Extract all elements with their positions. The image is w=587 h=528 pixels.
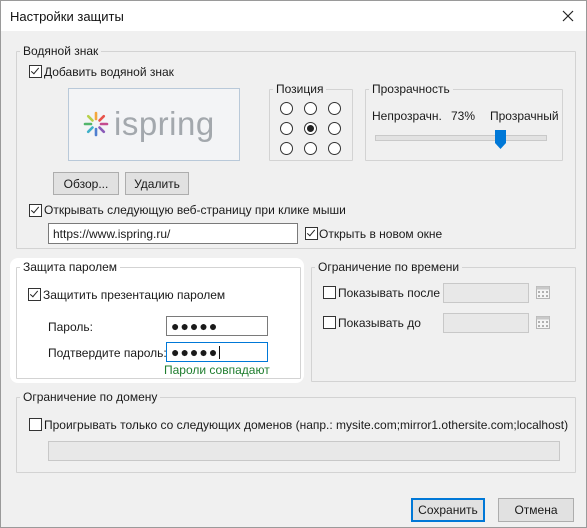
delete-button-label: Удалить bbox=[134, 176, 180, 191]
show-after-checkbox[interactable] bbox=[323, 286, 336, 299]
domains-input[interactable] bbox=[48, 441, 560, 461]
text-cursor bbox=[219, 345, 221, 359]
cancel-button-label: Отмена bbox=[514, 503, 558, 517]
position-center-radio[interactable] bbox=[304, 122, 317, 135]
open-url-checkbox[interactable] bbox=[29, 204, 42, 217]
transparent-label: Прозрачный bbox=[490, 109, 559, 123]
transparency-group bbox=[365, 89, 563, 161]
show-until-label: Показывать до bbox=[338, 316, 421, 330]
cancel-button[interactable]: Отмена bbox=[498, 498, 574, 522]
delete-button[interactable]: Удалить bbox=[125, 172, 189, 195]
calendar-icon[interactable] bbox=[536, 315, 550, 329]
play-only-domains-checkbox[interactable] bbox=[29, 418, 42, 431]
new-window-label: Открыть в новом окне bbox=[319, 227, 443, 241]
password-legend: Защита паролем bbox=[20, 260, 121, 274]
browse-button[interactable]: Обзор... bbox=[53, 172, 119, 195]
position-middle-right-radio[interactable] bbox=[328, 122, 341, 135]
new-window-checkbox[interactable] bbox=[305, 227, 318, 240]
position-top-right-radio[interactable] bbox=[328, 102, 341, 115]
position-bottom-left-radio[interactable] bbox=[280, 142, 293, 155]
save-button[interactable]: Сохранить bbox=[411, 498, 485, 522]
time-restriction-legend: Ограничение по времени bbox=[315, 260, 463, 274]
close-icon[interactable] bbox=[559, 7, 577, 25]
add-watermark-checkbox[interactable] bbox=[29, 65, 42, 78]
watermark-preview: ispring bbox=[68, 88, 240, 161]
transparency-slider-thumb[interactable] bbox=[495, 130, 507, 149]
ispring-flower-icon bbox=[83, 111, 109, 137]
position-top-left-radio[interactable] bbox=[280, 102, 293, 115]
password-match-status: Пароли совпадают bbox=[164, 363, 270, 377]
save-button-label: Сохранить bbox=[418, 503, 478, 517]
watermark-legend: Водяной знак bbox=[20, 44, 102, 58]
password-label: Пароль: bbox=[48, 320, 93, 334]
domain-restriction-legend: Ограничение по домену bbox=[20, 390, 161, 404]
transparency-value: 73% bbox=[451, 109, 476, 123]
transparency-slider-track[interactable] bbox=[375, 135, 547, 141]
protection-settings-dialog: Настройки защиты Водяной знак Добавить в… bbox=[0, 0, 587, 528]
position-top-center-radio[interactable] bbox=[304, 102, 317, 115]
domain-restriction-group bbox=[16, 397, 576, 473]
dialog-title: Настройки защиты bbox=[10, 9, 124, 24]
protect-password-checkbox[interactable] bbox=[28, 288, 41, 301]
password-input[interactable]: ●●●●● bbox=[166, 316, 268, 336]
position-bottom-center-radio[interactable] bbox=[304, 142, 317, 155]
show-until-checkbox[interactable] bbox=[323, 316, 336, 329]
confirm-password-input[interactable]: ●●●●● bbox=[166, 342, 268, 362]
opaque-label: Непрозрачн. bbox=[372, 109, 442, 123]
url-input-value: https://www.ispring.ru/ bbox=[53, 226, 171, 241]
title-bar: Настройки защиты bbox=[1, 1, 586, 31]
position-bottom-right-radio[interactable] bbox=[328, 142, 341, 155]
show-until-date-input[interactable] bbox=[443, 313, 529, 333]
play-only-domains-label: Проигрывать только со следующих доменов … bbox=[44, 418, 569, 432]
show-after-label: Показывать после bbox=[338, 286, 441, 300]
position-middle-left-radio[interactable] bbox=[280, 122, 293, 135]
confirm-password-label: Подтвердите пароль: bbox=[48, 346, 167, 360]
open-url-label: Открывать следующую веб-страницу при кли… bbox=[44, 203, 346, 217]
protect-password-label: Защитить презентацию паролем bbox=[43, 288, 226, 302]
show-after-date-input[interactable] bbox=[443, 283, 529, 303]
confirm-password-input-value: ●●●●● bbox=[171, 344, 219, 360]
password-input-value: ●●●●● bbox=[171, 318, 219, 334]
browse-button-label: Обзор... bbox=[63, 176, 109, 191]
watermark-logo-text: ispring bbox=[114, 105, 215, 142]
position-legend: Позиция bbox=[273, 82, 327, 96]
url-input[interactable]: https://www.ispring.ru/ bbox=[48, 223, 298, 244]
add-watermark-label: Добавить водяной знак bbox=[44, 65, 174, 79]
transparency-legend: Прозрачность bbox=[369, 82, 453, 96]
calendar-icon[interactable] bbox=[536, 285, 550, 299]
